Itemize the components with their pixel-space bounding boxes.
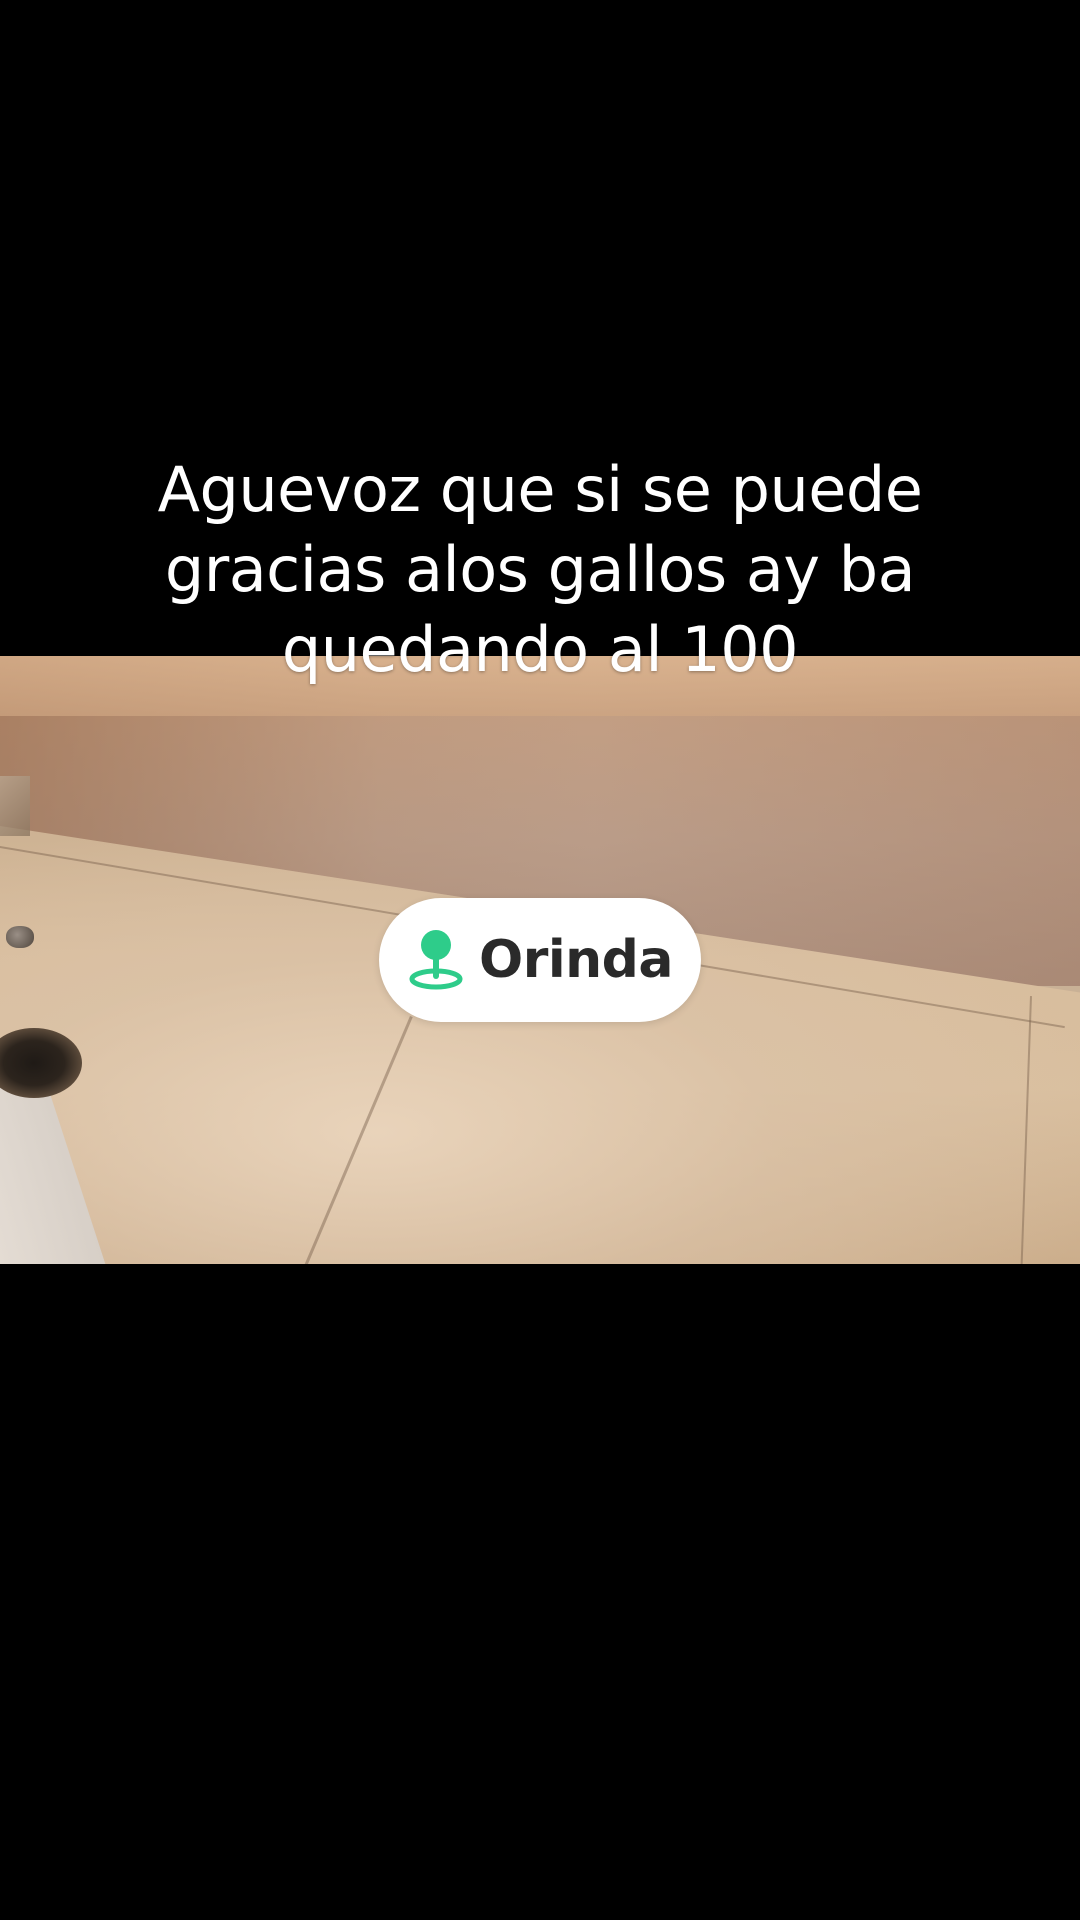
caption-line: gracias alos gallos ay ba: [164, 533, 916, 606]
corner-object: [0, 776, 30, 836]
pipe-fitting: [6, 926, 34, 948]
location-name: Orinda: [478, 930, 674, 990]
caption-line: quedando al 100: [281, 613, 799, 686]
caption-text: Aguevoz que si se puede gracias alos gal…: [90, 450, 990, 690]
location-sticker[interactable]: Orinda: [379, 898, 701, 1022]
caption-line: Aguevoz que si se puede: [157, 453, 923, 526]
location-pin-icon: [409, 930, 463, 990]
video-screen[interactable]: Aguevoz que si se puede gracias alos gal…: [0, 0, 1080, 1920]
